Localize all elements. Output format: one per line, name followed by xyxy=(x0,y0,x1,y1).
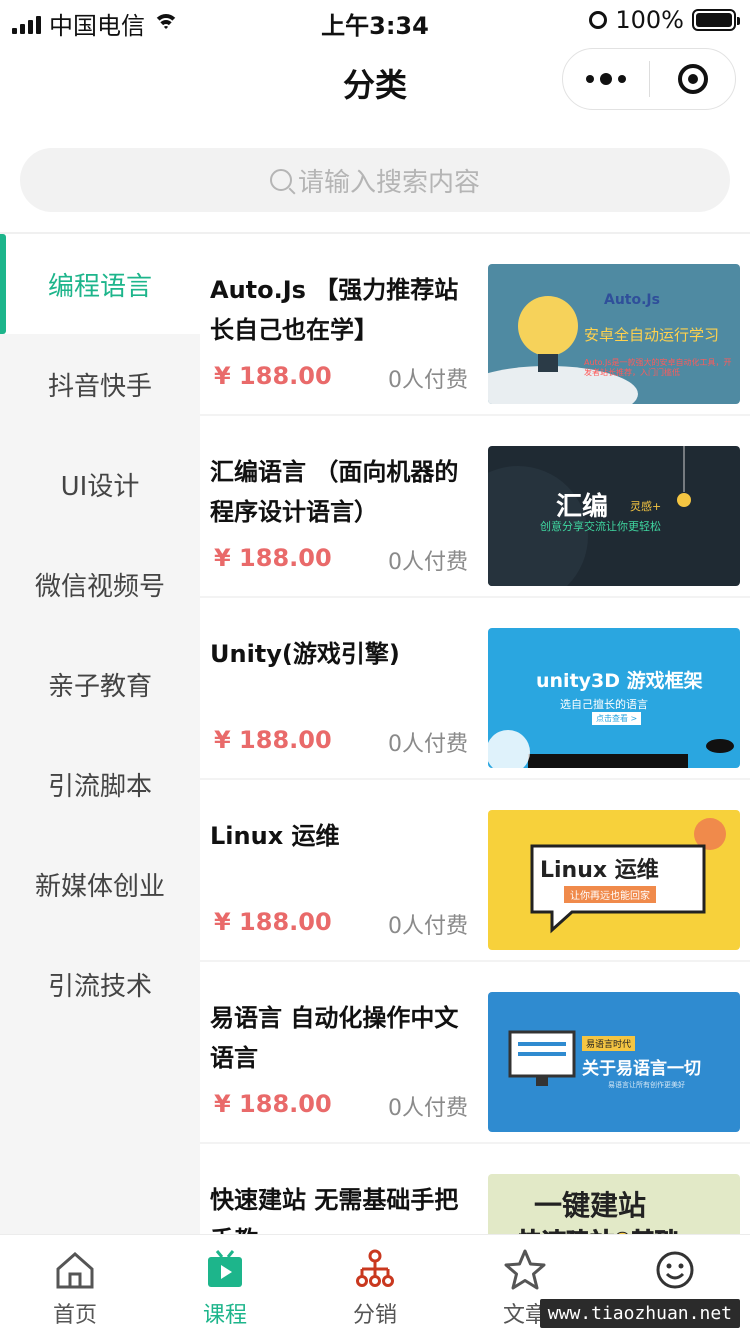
sidebar-item-label: 编程语言 xyxy=(47,271,152,302)
course-card[interactable]: Auto.Js 【强力推荐站长自己也在学】 ¥ 188.00 0人付费 Auto… xyxy=(200,234,750,416)
tab-distribution[interactable]: 分销 xyxy=(300,1235,450,1334)
sidebar-item-traffic-script[interactable]: 引流脚本 xyxy=(0,734,200,834)
thumb-caption: 关于易语言一切 xyxy=(582,1059,701,1079)
sidebar-item-ui-design[interactable]: UI设计 xyxy=(0,434,200,534)
course-price: ¥ 188.00 xyxy=(214,726,332,754)
thumb-caption: Auto.Js xyxy=(604,292,660,308)
sidebar-item-label: 抖音快手 xyxy=(47,371,152,402)
course-list: Auto.Js 【强力推荐站长自己也在学】 ¥ 188.00 0人付费 Auto… xyxy=(200,234,750,1234)
more-options-button[interactable] xyxy=(563,49,649,109)
thumb-caption: unity3D 游戏框架 xyxy=(536,670,703,692)
rotation-lock-icon xyxy=(589,11,608,29)
tab-label: 分销 xyxy=(352,1303,397,1328)
course-paid-count: 0人付费 xyxy=(388,368,468,393)
course-paid-count: 0人付费 xyxy=(388,914,468,939)
home-icon xyxy=(56,1251,94,1289)
sidebar-item-label: 引流技术 xyxy=(47,971,152,1002)
sidebar-item-douyin[interactable]: 抖音快手 xyxy=(0,334,200,434)
thumb-subtitle: 选自己擅长的语言 xyxy=(560,698,648,711)
org-tree-icon xyxy=(356,1249,394,1287)
thumb-subtitle: 安卓全自动运行学习 xyxy=(584,326,720,344)
thumb-note: 易语言让所有创作更美好 xyxy=(608,1081,685,1089)
thumb-subtitle: 易语言时代 xyxy=(582,1036,636,1051)
sidebar-item-new-media[interactable]: 新媒体创业 xyxy=(0,834,200,934)
course-price: ¥ 188.00 xyxy=(214,908,332,936)
search-placeholder: 请输入搜索内容 xyxy=(297,167,480,198)
course-thumbnail: unity3D 游戏框架 选自己擅长的语言 点击查看 > xyxy=(488,628,740,768)
sidebar-item-label: 微信视频号 xyxy=(34,571,165,602)
star-icon xyxy=(504,1249,546,1290)
course-title: Linux 运维 xyxy=(210,822,340,850)
close-mini-program-button[interactable] xyxy=(650,64,735,94)
sidebar-item-traffic-tech[interactable]: 引流技术 xyxy=(0,934,200,1034)
course-thumbnail: Auto.Js 安卓全自动运行学习 Auto.Js是一款强大的安卓自动化工具，开… xyxy=(488,264,740,404)
course-card[interactable]: 易语言 自动化操作中文语言 ¥ 188.00 0人付费 易语言时代 关于易语言一… xyxy=(200,962,750,1144)
thumb-subtitle: 让你再远也能回家 xyxy=(564,886,656,903)
search-input[interactable]: 请输入搜索内容 xyxy=(20,148,730,212)
course-card[interactable]: Linux 运维 ¥ 188.00 0人付费 Linux 运维 让你再远也能回家 xyxy=(200,780,750,962)
tab-label: 首页 xyxy=(52,1303,97,1328)
course-title: Unity(游戏引擎) xyxy=(210,640,400,668)
smile-icon xyxy=(656,1251,694,1289)
category-sidebar: 编程语言 抖音快手 UI设计 微信视频号 亲子教育 引流脚本 新媒体创业 引流技… xyxy=(0,234,200,1234)
course-paid-count: 0人付费 xyxy=(388,732,468,757)
course-title: 快速建站 无需基础手把手教 xyxy=(210,1186,459,1234)
mini-program-capsule xyxy=(562,48,736,110)
course-paid-count: 0人付费 xyxy=(388,550,468,575)
target-circle-icon xyxy=(677,64,708,94)
search-icon xyxy=(269,169,292,191)
sidebar-item-label: 引流脚本 xyxy=(47,771,152,802)
thumb-note: 创意分享交流让你更轻松 xyxy=(540,520,661,533)
course-title: 易语言 自动化操作中文语言 xyxy=(210,1004,459,1072)
thumb-note: 点击查看 > xyxy=(592,712,642,725)
course-thumbnail: 一键建站 快速建站0基础 xyxy=(488,1174,740,1234)
sidebar-item-parenting[interactable]: 亲子教育 xyxy=(0,634,200,734)
tab-home[interactable]: 首页 xyxy=(0,1235,150,1334)
thumb-subtitle: 灵感+ xyxy=(630,500,662,513)
tab-courses[interactable]: 课程 xyxy=(150,1235,300,1334)
course-title: 汇编语言 （面向机器的程序设计语言） xyxy=(210,458,459,526)
course-price: ¥ 188.00 xyxy=(214,1090,332,1118)
course-card[interactable]: 汇编语言 （面向机器的程序设计语言） ¥ 188.00 0人付费 汇编 灵感+ … xyxy=(200,416,750,598)
sidebar-item-label: 新媒体创业 xyxy=(34,871,165,902)
nav-bar: 分类 xyxy=(0,48,750,112)
thumb-subtitle: 快速建站0基础 xyxy=(518,1222,680,1235)
sidebar-item-wechat-video[interactable]: 微信视频号 xyxy=(0,534,200,634)
thumb-caption: Linux 运维 xyxy=(540,858,659,883)
tv-play-icon xyxy=(208,1250,242,1287)
course-thumbnail: Linux 运维 让你再远也能回家 xyxy=(488,810,740,950)
course-card[interactable]: Unity(游戏引擎) ¥ 188.00 0人付费 unity3D 游戏框架 选… xyxy=(200,598,750,780)
battery-icon xyxy=(692,9,740,31)
sidebar-item-label: UI设计 xyxy=(60,471,140,502)
course-thumbnail: 汇编 灵感+ 创意分享交流让你更轻松 xyxy=(488,446,740,586)
course-thumbnail: 易语言时代 关于易语言一切 易语言让所有创作更美好 xyxy=(488,992,740,1132)
sidebar-item-programming[interactable]: 编程语言 xyxy=(0,234,200,334)
tab-label: 课程 xyxy=(202,1303,247,1328)
course-price: ¥ 188.00 xyxy=(214,544,332,572)
sidebar-item-label: 亲子教育 xyxy=(47,671,152,702)
course-card[interactable]: 快速建站 无需基础手把手教 一键建站 快速建站0基础 xyxy=(200,1144,750,1234)
site-watermark: www.tiaozhuan.net xyxy=(539,1299,740,1328)
thumb-caption: 一键建站 xyxy=(534,1189,647,1222)
more-dots-icon xyxy=(586,75,594,83)
battery-percent: 100% xyxy=(615,6,684,34)
thumb-note: Auto.Js是一款强大的安卓自动化工具，开发者站长推荐，入门门槛低 xyxy=(584,358,732,377)
course-title: Auto.Js 【强力推荐站长自己也在学】 xyxy=(210,276,459,344)
course-price: ¥ 188.00 xyxy=(214,362,332,390)
course-paid-count: 0人付费 xyxy=(388,1096,468,1121)
status-bar: 中国电信 上午3:34 100% xyxy=(0,0,750,40)
